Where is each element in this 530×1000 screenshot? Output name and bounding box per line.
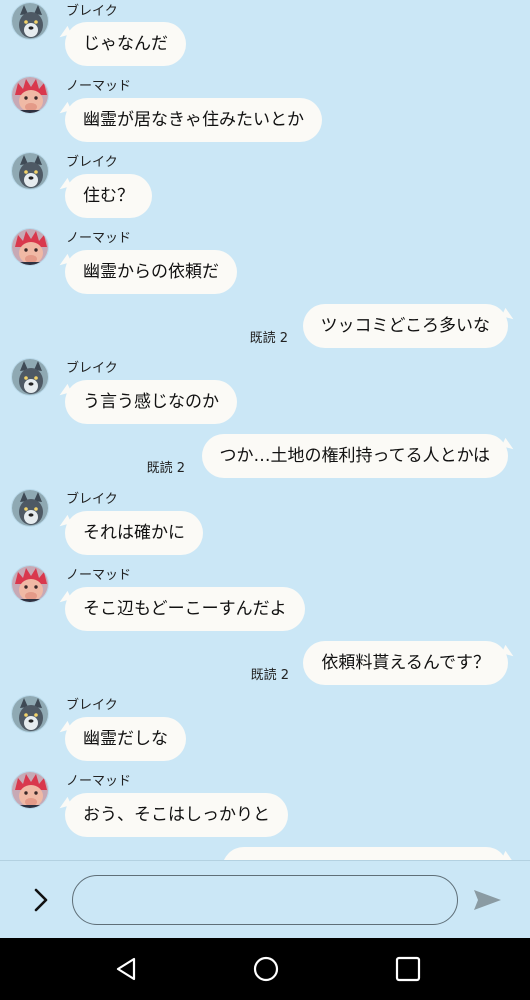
message-bubble[interactable]: 住む？	[65, 174, 152, 218]
back-triangle-icon[interactable]	[112, 954, 142, 984]
wolf-avatar[interactable]	[11, 152, 49, 190]
message-bubble[interactable]: ツッコミどころ多いな	[302, 304, 508, 348]
wolf-avatar[interactable]	[11, 358, 49, 396]
message-bubble[interactable]: つか…土地の権利持ってる人とかは	[201, 434, 508, 478]
sender-name: ノーマッド	[66, 774, 132, 789]
red-hair-avatar[interactable]	[11, 76, 49, 114]
red-hair-avatar[interactable]	[11, 565, 49, 603]
sender-name: ブレイク	[66, 698, 118, 713]
read-receipt: 既読 2	[146, 461, 185, 476]
sender-name: ブレイク	[66, 4, 118, 19]
send-arrow-icon[interactable]	[470, 885, 504, 915]
sender-name: ブレイク	[66, 361, 118, 376]
message-bubble[interactable]: 依頼料貰えるんです？	[303, 641, 508, 685]
message-bubble-partial[interactable]	[222, 847, 508, 860]
sender-name: ノーマッド	[66, 568, 132, 583]
message-bubble[interactable]: 幽霊だしな	[65, 717, 186, 761]
home-circle-icon[interactable]	[251, 954, 281, 984]
sender-name: ノーマッド	[66, 79, 132, 94]
message-bubble[interactable]: それは確かに	[65, 511, 203, 555]
wolf-avatar[interactable]	[11, 695, 49, 733]
red-hair-avatar[interactable]	[11, 228, 49, 266]
wolf-avatar[interactable]	[11, 2, 49, 40]
recents-square-icon[interactable]	[393, 954, 423, 984]
message-bubble[interactable]: 幽霊からの依頼だ	[65, 250, 237, 294]
wolf-avatar[interactable]	[11, 489, 49, 527]
message-bubble[interactable]: おう、そこはしっかりと	[65, 793, 288, 837]
message-input-bar	[0, 860, 530, 938]
sender-name: ノーマッド	[66, 231, 132, 246]
sender-name: ブレイク	[66, 492, 118, 507]
system-nav-bar	[0, 938, 530, 1000]
message-bubble[interactable]: そこ辺もどーこーすんだよ	[65, 587, 305, 631]
message-bubble[interactable]: う言う感じなのか	[65, 380, 237, 424]
read-receipt: 既読 2	[250, 668, 289, 683]
message-bubble[interactable]: じゃなんだ	[65, 22, 186, 66]
message-input[interactable]	[72, 875, 458, 925]
message-bubble[interactable]: 幽霊が居なきゃ住みたいとか	[65, 98, 322, 142]
chat-log[interactable]: ブレイク じゃなんだ ノーマッド 幽霊が居なきゃ住みたいとか ブレイク 住む？ …	[0, 0, 530, 860]
red-hair-avatar[interactable]	[11, 771, 49, 809]
read-receipt: 既読 2	[249, 331, 288, 346]
chevron-right-icon[interactable]	[26, 885, 56, 915]
sender-name: ブレイク	[66, 155, 118, 170]
